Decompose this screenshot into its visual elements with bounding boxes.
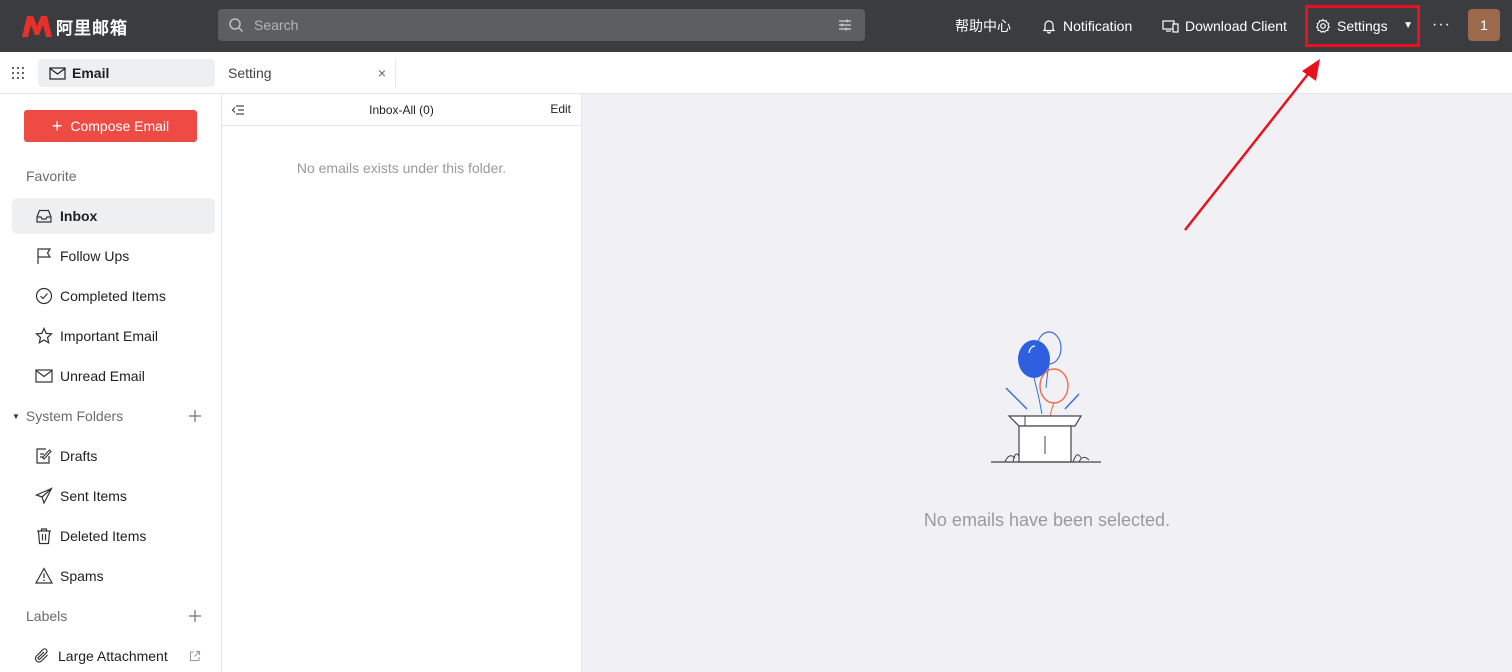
logo-mark-icon <box>22 16 52 37</box>
search-bar[interactable] <box>218 9 865 41</box>
sidebar: + Compose Email Favorite Inbox Follow Up… <box>0 94 222 672</box>
system-folders-toggle[interactable]: ▼ System Folders <box>12 408 123 424</box>
sidebar-item-important[interactable]: Important Email <box>12 318 215 354</box>
sidebar-item-inbox[interactable]: Inbox <box>12 198 215 234</box>
sidebar-item-label: Inbox <box>60 208 98 224</box>
sidebar-item-spams[interactable]: Spams <box>12 558 215 594</box>
mail-list-pane: Inbox-All (0) Edit No emails exists unde… <box>222 94 582 672</box>
close-icon[interactable]: × <box>378 65 386 81</box>
tab-email-label: Email <box>72 65 110 81</box>
sidebar-item-deleted[interactable]: Deleted Items <box>12 518 215 554</box>
draft-icon <box>36 448 52 464</box>
search-icon <box>229 18 244 33</box>
sidebar-item-follow-ups[interactable]: Follow Ups <box>12 238 215 274</box>
warning-icon <box>35 567 53 584</box>
envelope-icon <box>35 369 53 383</box>
compose-label: Compose Email <box>70 118 170 134</box>
tab-setting-label: Setting <box>228 65 272 81</box>
sidebar-item-label: Deleted Items <box>60 528 147 544</box>
help-center-label: 帮助中心 <box>955 18 1011 34</box>
reading-pane: No emails have been selected. <box>582 94 1512 672</box>
caret-down-icon[interactable]: ▼ <box>1403 20 1413 31</box>
plus-icon: + <box>51 116 63 136</box>
sidebar-item-sent[interactable]: Sent Items <box>12 478 215 514</box>
system-folders-title: System Folders <box>25 408 124 424</box>
logo[interactable]: 阿里邮箱 <box>20 12 128 40</box>
compose-email-button[interactable]: + Compose Email <box>24 110 197 142</box>
inbox-icon <box>36 209 52 223</box>
sidebar-item-unread[interactable]: Unread Email <box>12 358 215 394</box>
mail-list-title: Inbox-All (0) <box>369 103 434 117</box>
add-folder-icon[interactable] <box>187 408 203 424</box>
sidebar-item-label: Unread Email <box>60 368 145 384</box>
balloon-box-illustration <box>991 331 1101 463</box>
notification-button[interactable]: Notification <box>1041 0 1132 52</box>
mail-list-header: Inbox-All (0) Edit <box>222 94 581 126</box>
star-icon <box>35 327 53 345</box>
sidebar-item-label: Spams <box>60 568 104 584</box>
send-icon <box>35 487 53 505</box>
tab-email[interactable]: Email <box>38 59 215 87</box>
settings-button[interactable]: Settings ▼ <box>1305 5 1420 47</box>
devices-icon <box>1162 20 1179 33</box>
sidebar-item-drafts[interactable]: Drafts <box>12 438 215 474</box>
help-center-link[interactable]: 帮助中心 <box>955 0 1011 52</box>
download-client-button[interactable]: Download Client <box>1162 0 1287 52</box>
sidebar-item-label: Follow Ups <box>60 248 130 264</box>
empty-folder-message: No emails exists under this folder. <box>296 160 507 176</box>
search-input[interactable] <box>244 10 837 40</box>
trash-icon <box>37 528 51 545</box>
sidebar-item-label: Important Email <box>60 328 159 344</box>
sidebar-item-label: Drafts <box>60 448 98 464</box>
favorite-title: Favorite <box>26 168 77 184</box>
no-selection-message: No emails have been selected. <box>923 510 1171 530</box>
download-client-label: Download Client <box>1185 18 1287 34</box>
tab-setting[interactable]: Setting × <box>228 59 396 87</box>
labels-title: Labels <box>26 608 68 624</box>
settings-label: Settings <box>1337 18 1388 34</box>
edit-button[interactable]: Edit <box>550 102 571 116</box>
avatar[interactable]: 1 <box>1468 9 1500 41</box>
add-label-icon[interactable] <box>187 608 203 624</box>
external-link-icon[interactable] <box>189 650 201 662</box>
logo-text: 阿里邮箱 <box>56 18 128 38</box>
envelope-icon <box>49 66 66 80</box>
notification-label: Notification <box>1063 18 1133 34</box>
paperclip-icon <box>34 648 48 663</box>
tab-bar: Email Setting × <box>0 52 1512 94</box>
check-circle-icon <box>35 287 53 305</box>
filter-settings-icon[interactable] <box>837 17 853 33</box>
sidebar-item-large-attachment[interactable]: Large Attachment <box>12 638 215 672</box>
sidebar-item-completed[interactable]: Completed Items <box>12 278 215 314</box>
sidebar-item-label: Large Attachment <box>58 648 168 664</box>
sidebar-item-label: Sent Items <box>60 488 127 504</box>
flag-icon <box>37 248 52 264</box>
app-grid-icon[interactable] <box>11 66 25 80</box>
top-bar: 阿里邮箱 帮助中心 Notification D <box>0 0 1512 52</box>
more-options-icon[interactable]: ··· <box>1432 16 1451 34</box>
bell-icon <box>1042 20 1056 34</box>
gear-icon <box>1315 18 1331 34</box>
sidebar-item-label: Completed Items <box>60 288 166 304</box>
caret-down-icon: ▼ <box>12 411 20 421</box>
